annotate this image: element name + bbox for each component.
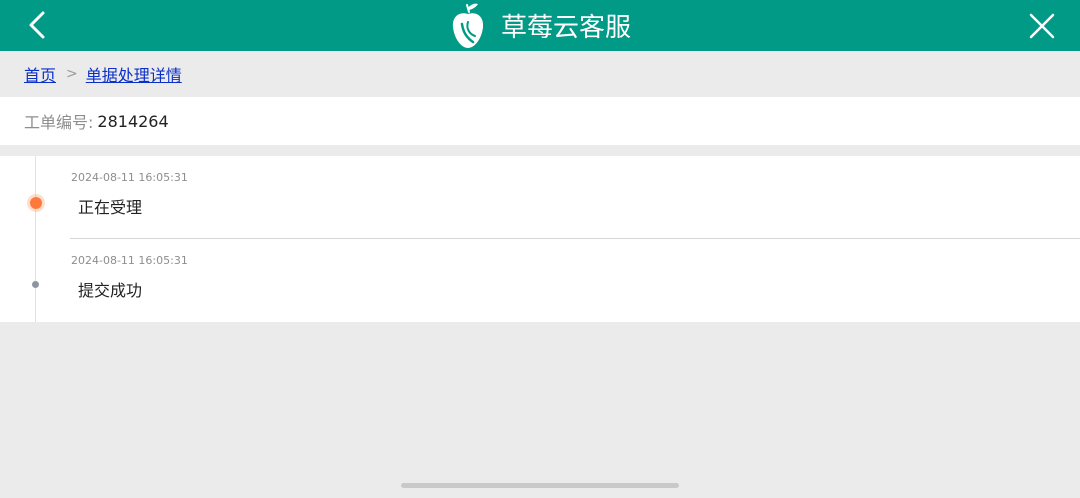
timeline-active-dot (30, 197, 42, 209)
breadcrumb: 首页 > 单据处理详情 (0, 51, 1080, 97)
status-timeline: 2024-08-11 16:05:31 正在受理 2024-08-11 16:0… (0, 156, 1080, 322)
timeline-status: 提交成功 (78, 281, 143, 300)
timeline-item: 2024-08-11 16:05:31 正在受理 (0, 156, 1080, 239)
strawberry-logo (452, 3, 484, 48)
close-button[interactable] (1024, 8, 1060, 44)
close-icon (1029, 13, 1055, 39)
timeline-status: 正在受理 (78, 198, 143, 217)
ticket-number-label: 工单编号: (24, 113, 94, 132)
timeline-dot (32, 281, 39, 288)
breadcrumb-current-link[interactable]: 单据处理详情 (86, 62, 182, 86)
home-indicator[interactable] (401, 483, 679, 488)
back-button[interactable] (22, 8, 58, 44)
app-brand: 草莓云客服 (449, 0, 631, 51)
top-nav-bar: 草莓云客服 (0, 0, 1080, 51)
timeline-item: 2024-08-11 16:05:31 提交成功 (0, 239, 1080, 322)
app-title: 草莓云客服 (501, 13, 632, 43)
ticket-number-row: 工单编号: 2814264 (0, 97, 1080, 145)
chevron-left-icon (29, 11, 45, 39)
breadcrumb-separator: > (66, 66, 78, 82)
timeline-timestamp: 2024-08-11 16:05:31 (71, 171, 188, 184)
breadcrumb-home-link[interactable]: 首页 (24, 62, 56, 86)
ticket-number-value: 2814264 (97, 111, 169, 131)
timeline-timestamp: 2024-08-11 16:05:31 (71, 254, 188, 267)
